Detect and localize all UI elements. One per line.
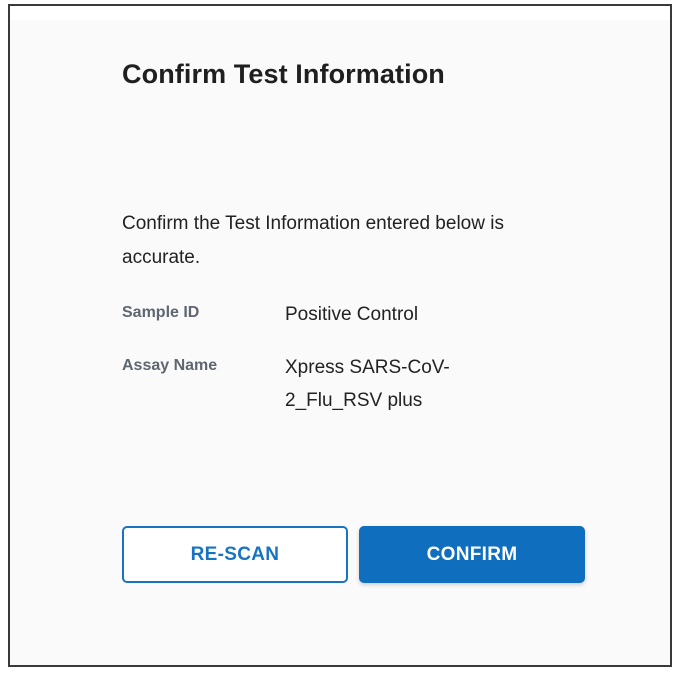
- rescan-button[interactable]: RE-SCAN: [122, 526, 348, 583]
- confirm-button[interactable]: CONFIRM: [359, 526, 585, 583]
- sample-id-value: Positive Control: [285, 304, 419, 325]
- dialog-title: Confirm Test Information: [122, 59, 445, 89]
- assay-name-value: Xpress SARS-CoV-2_Flu_RSV plus: [285, 357, 450, 411]
- sample-id-label: Sample ID: [122, 304, 200, 321]
- dialog-instruction: Confirm the Test Information entered bel…: [122, 213, 504, 268]
- dialog-frame: Confirm Test Information Confirm the Tes…: [8, 4, 672, 667]
- assay-name-label: Assay Name: [122, 357, 218, 374]
- confirm-test-dialog: Confirm Test Information Confirm the Tes…: [10, 20, 670, 665]
